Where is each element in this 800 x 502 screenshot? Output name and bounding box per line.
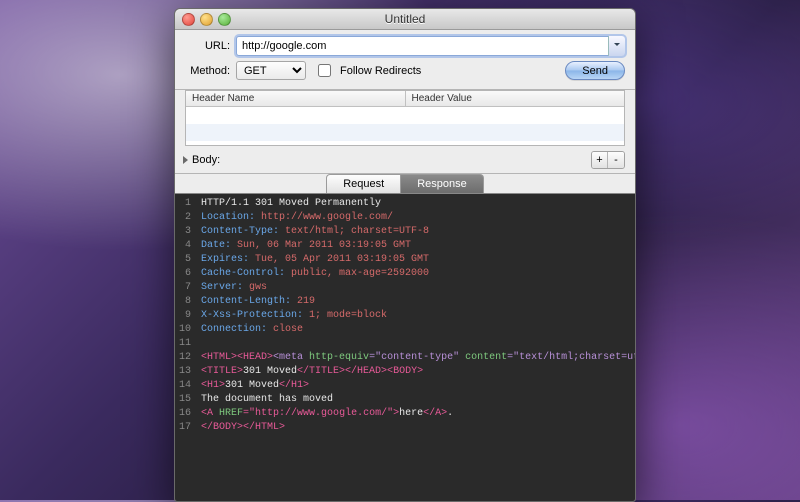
col-header-value[interactable]: Header Value — [406, 91, 625, 106]
remove-header-button[interactable]: - — [608, 152, 624, 168]
table-body[interactable] — [186, 107, 624, 145]
request-form: URL: Method: GET Follow Redirects Send — [175, 30, 635, 90]
add-remove-stepper: + - — [591, 151, 625, 169]
response-body: HTTP/1.1 301 Moved Permanently Location:… — [197, 194, 635, 501]
zoom-icon[interactable] — [218, 13, 231, 26]
line-gutter: 1 2 3 4 5 6 7 8 9 10 11 12 13 14 15 16 1… — [175, 194, 197, 501]
body-section: Body: + - — [175, 146, 635, 174]
follow-redirects-label: Follow Redirects — [340, 65, 421, 77]
close-icon[interactable] — [182, 13, 195, 26]
tab-response[interactable]: Response — [401, 174, 484, 193]
titlebar: Untitled — [175, 9, 635, 30]
tab-bar: Request Response — [175, 174, 635, 194]
url-input[interactable] — [236, 36, 625, 56]
response-pane[interactable]: 1 2 3 4 5 6 7 8 9 10 11 12 13 14 15 16 1… — [175, 194, 635, 501]
col-header-name[interactable]: Header Name — [186, 91, 406, 106]
add-header-button[interactable]: + — [592, 152, 608, 168]
headers-table[interactable]: Header Name Header Value — [185, 90, 625, 146]
window-title: Untitled — [175, 12, 635, 26]
method-label: Method: — [185, 65, 230, 77]
follow-redirects-checkbox[interactable] — [318, 64, 331, 77]
send-button[interactable]: Send — [565, 61, 625, 80]
tab-request[interactable]: Request — [326, 174, 401, 193]
url-label: URL: — [185, 40, 230, 52]
method-select[interactable]: GET — [236, 61, 306, 80]
traffic-lights — [182, 13, 231, 26]
body-label: Body: — [192, 154, 220, 166]
url-combo — [236, 36, 625, 56]
app-window: Untitled URL: Method: GET Follow Redirec… — [174, 8, 636, 502]
minimize-icon[interactable] — [200, 13, 213, 26]
disclosure-triangle-icon[interactable] — [183, 156, 188, 164]
table-header-row: Header Name Header Value — [186, 91, 624, 107]
